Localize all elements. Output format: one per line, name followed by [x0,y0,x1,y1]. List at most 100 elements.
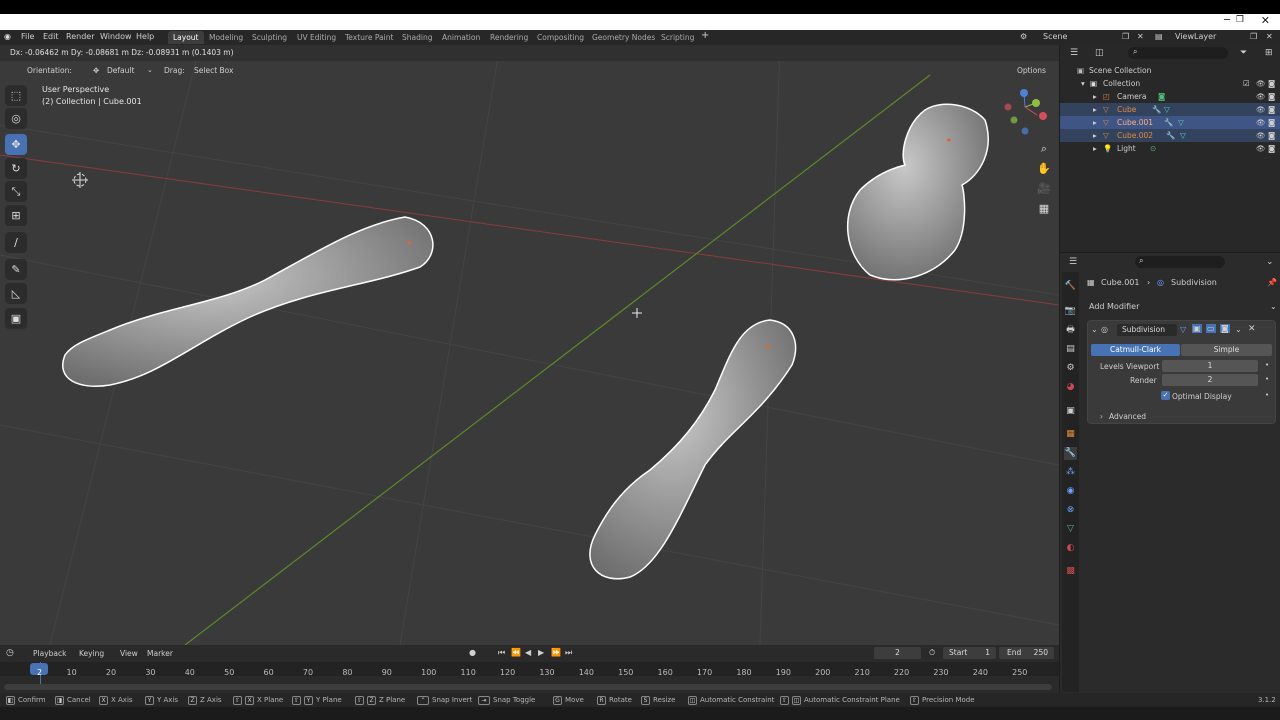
eye-icon[interactable]: 👁 [1256,103,1266,116]
eye-icon[interactable]: 👁 [1256,142,1266,155]
camera-render-icon[interactable]: ◙ [1268,77,1275,90]
camera-render-icon[interactable]: ◙ [1268,103,1275,116]
maximize-icon[interactable]: ❐ [1236,15,1244,25]
tool-tab-icon[interactable]: 🔨 [1064,280,1077,293]
constraints-tab-icon[interactable]: ⊗ [1064,504,1077,517]
outliner-item-scene-collection[interactable]: ▣ Scene Collection [1060,64,1280,77]
new-collection-icon[interactable]: ⊞ [1265,48,1273,58]
transform-tool-icon[interactable]: ⊞ [5,205,27,226]
outliner-item-collection[interactable]: ▾ ▣ Collection ☑ 👁 ◙ [1060,77,1280,90]
material-tab-icon[interactable]: ◐ [1064,542,1077,555]
view-layer-tab-icon[interactable]: ▤ [1064,343,1077,356]
measure-tool-icon[interactable]: ✎ [5,259,27,280]
properties-editor-icon[interactable]: ☰ [1069,257,1077,267]
record-icon[interactable]: ● [469,648,476,657]
outliner-item-cube[interactable]: ▸ ▽ Cube 🔧 ▽ 👁 ◙ [1060,103,1280,116]
add-modifier-button[interactable]: Add Modifier [1089,302,1139,311]
outliner-search-input[interactable]: ⌕ [1128,47,1228,59]
tab-uv-editing[interactable]: UV Editing [292,31,341,44]
expand-arrow-icon[interactable]: ▸ [1093,142,1097,155]
filter-icon[interactable]: ⏷ [1240,48,1247,58]
properties-search-input[interactable]: ⌕ [1135,256,1225,268]
tab-animation[interactable]: Animation [437,31,485,44]
realtime-icon[interactable]: ▣ [1192,324,1202,333]
viewlayer-close-icon[interactable]: ✕ [1266,32,1273,41]
data-tab-icon[interactable]: ▽ [1064,523,1077,536]
advanced-expand-icon[interactable]: › [1100,412,1103,421]
orientation-dropdown[interactable]: Default [107,66,134,75]
scale-tool-icon[interactable]: ⤡ [5,181,27,202]
world-tab-icon[interactable]: ◕ [1064,381,1077,394]
add-cube-tool-icon[interactable]: ▣ [5,308,27,329]
collection-tab-icon[interactable]: ▣ [1064,405,1077,418]
checkbox-icon[interactable]: ☑ [1243,77,1250,90]
advanced-section[interactable]: Advanced [1109,412,1146,421]
particles-tab-icon[interactable]: ⁂ [1064,466,1077,479]
zoom-icon[interactable]: ⌕ [1034,139,1054,159]
select-tool-icon[interactable]: ⬚ [5,85,27,106]
rotate-tool-icon[interactable]: ↻ [5,158,27,179]
keyframe-dot-icon[interactable]: • [1265,361,1269,369]
optimal-display-checkbox[interactable]: ✓ [1161,391,1170,400]
eye-icon[interactable]: 👁 [1256,77,1266,90]
render-levels-field[interactable]: 2 [1162,374,1258,386]
tab-layout[interactable]: Layout [168,31,204,44]
jump-end-icon[interactable]: ⏭ [565,648,572,658]
physics-tab-icon[interactable]: ◉ [1064,485,1077,498]
navigation-gizmo[interactable] [1004,89,1048,135]
edit-mode-icon[interactable]: ▽ [1180,325,1186,334]
start-frame-field[interactable]: Start 1 [943,647,996,659]
camera-render-icon[interactable]: ◙ [1268,90,1275,103]
keying-menu[interactable]: Keying [79,649,104,658]
move-tool-icon[interactable]: ✥ [5,134,27,155]
prev-keyframe-icon[interactable]: ⏪ [511,648,521,657]
next-keyframe-icon[interactable]: ⏩ [551,648,561,657]
camera-render-icon[interactable]: ◙ [1268,142,1275,155]
options-button[interactable]: Options [1017,66,1046,75]
tab-rendering[interactable]: Rendering [485,31,533,44]
levels-viewport-field[interactable]: 1 [1162,360,1258,372]
ortho-grid-icon[interactable]: ▦ [1034,199,1054,219]
cube-001-mesh[interactable] [847,103,989,281]
scene-close-icon[interactable]: ✕ [1137,32,1144,41]
scene-browse-icon[interactable]: ❐ [1122,32,1129,41]
close-icon[interactable]: ✕ [1261,14,1270,27]
remove-modifier-icon[interactable]: ✕ [1248,324,1256,334]
expand-arrow-icon[interactable]: ▸ [1093,90,1097,103]
camera-view-icon[interactable]: 🎥 [1034,179,1054,199]
scene-tab-icon[interactable]: ⚙ [1064,362,1077,375]
stopwatch-icon[interactable]: ⏱ [929,648,935,658]
play-reverse-icon[interactable]: ◀ [525,648,531,657]
current-frame-field[interactable]: 2 [874,647,921,659]
marker-menu[interactable]: Marker [147,649,173,658]
3d-cursor-icon[interactable] [72,172,88,188]
tab-scripting[interactable]: Scripting [656,31,699,44]
menu-help[interactable]: Help [136,32,154,41]
eye-icon[interactable]: 👁 [1256,116,1266,129]
output-tab-icon[interactable]: 🖶 [1064,324,1077,337]
eye-icon[interactable]: 👁 [1256,90,1266,103]
pin-icon[interactable]: 📌 [1267,278,1277,287]
keyframe-dot-icon[interactable]: • [1265,391,1269,399]
viewport-display-icon[interactable]: ▭ [1206,324,1216,333]
menu-window[interactable]: Window [100,32,132,41]
viewlayer-browse-icon[interactable]: ❐ [1250,32,1257,41]
add-workspace-icon[interactable]: + [701,30,709,41]
3d-viewport[interactable] [0,45,1059,645]
expand-arrow-icon[interactable]: ▾ [1081,77,1085,90]
tab-texture-paint[interactable]: Texture Paint [340,31,398,44]
minimize-icon[interactable]: ─ [1224,15,1230,26]
object-tab-icon[interactable]: ▦ [1064,428,1077,441]
modifier-dropdown-icon[interactable]: ⌄ [1235,325,1242,334]
annotate-tool-icon[interactable]: ∕ [5,232,27,253]
playback-menu[interactable]: Playback [33,649,66,658]
end-frame-field[interactable]: End 250 [999,647,1054,659]
chevron-down-icon[interactable]: ⌄ [147,66,153,74]
scene-name[interactable]: Scene [1043,32,1067,41]
collapse-arrow-icon[interactable]: ⌄ [1091,325,1098,334]
simple-button[interactable]: Simple [1181,344,1272,356]
viewlayer-name[interactable]: ViewLayer [1175,32,1216,41]
menu-file[interactable]: File [21,32,34,41]
expand-arrow-icon[interactable]: ▸ [1093,116,1097,129]
catmull-clark-button[interactable]: Catmull-Clark [1091,344,1180,356]
